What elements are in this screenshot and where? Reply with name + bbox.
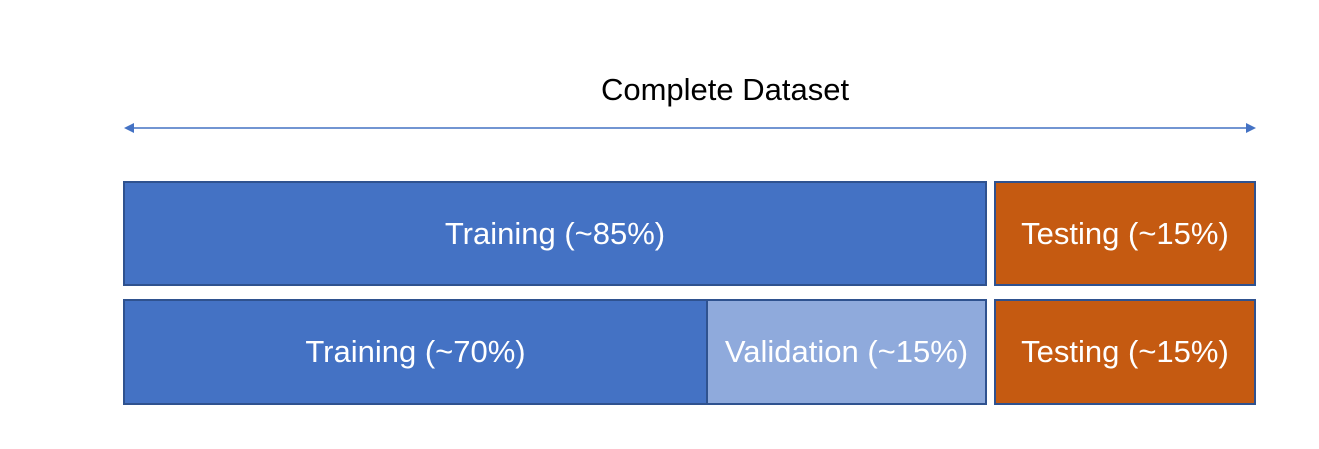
split2-testing-label: Testing (~15%) xyxy=(1021,334,1229,369)
split2-testing-block: Testing (~15%) xyxy=(994,299,1256,405)
split2-training-block: Training (~70%) xyxy=(123,299,708,405)
double-arrow xyxy=(120,119,1260,139)
split1-training-label: Training (~85%) xyxy=(444,215,666,251)
split2-validation-label: Validation (~15%) xyxy=(724,334,969,369)
split2-training-label: Training (~70%) xyxy=(305,334,526,369)
diagram-title: Complete Dataset xyxy=(600,72,850,107)
split1-training-block: Training (~85%) xyxy=(123,181,987,286)
split1-testing-label: Testing (~15%) xyxy=(1021,215,1229,251)
split1-testing-block: Testing (~15%) xyxy=(994,181,1256,286)
double-arrow-icon xyxy=(124,123,1256,133)
split2-validation-block: Validation (~15%) xyxy=(706,299,987,405)
